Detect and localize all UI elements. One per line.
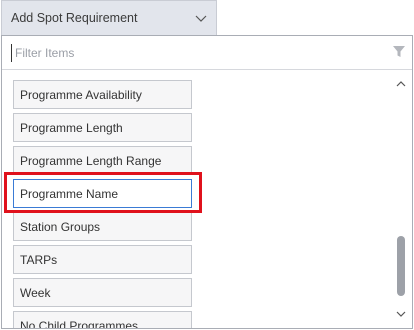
dropdown-panel: Programme Availability Programme Length … — [1, 35, 413, 329]
list-item-label: Station Groups — [20, 219, 101, 234]
items-list: Programme Availability Programme Length … — [2, 70, 390, 328]
filter-input[interactable] — [11, 44, 371, 62]
list-item[interactable]: Programme Length — [13, 113, 192, 142]
add-spot-requirement-dropdown[interactable]: Add Spot Requirement — [1, 0, 217, 35]
chevron-down-icon[interactable] — [395, 308, 407, 320]
list-item[interactable]: Station Groups — [13, 212, 192, 241]
list-item-label: TARPs — [20, 252, 58, 267]
list-item[interactable]: TARPs — [13, 245, 192, 274]
list-item-label: Programme Length — [20, 120, 123, 135]
chevron-up-icon[interactable] — [395, 78, 407, 90]
list-item-label: Programme Availability — [20, 87, 142, 102]
list-item[interactable]: Week — [13, 278, 192, 307]
dropdown-label: Add Spot Requirement — [11, 11, 138, 25]
chevron-down-icon — [195, 15, 207, 22]
vertical-scrollbar[interactable] — [392, 70, 410, 328]
list-item-selected[interactable]: Programme Name — [13, 179, 192, 208]
filter-row — [2, 36, 412, 70]
list-item-label: Week — [20, 285, 51, 300]
list-item[interactable]: Programme Availability — [13, 80, 192, 109]
list-item[interactable]: No Child Programmes — [13, 311, 192, 328]
scrollbar-thumb[interactable] — [397, 236, 405, 296]
list-item[interactable]: Programme Length Range — [13, 146, 192, 175]
list-item-label: Programme Length Range — [20, 153, 162, 168]
list-item-label: Programme Name — [20, 186, 119, 201]
list-item-label: No Child Programmes — [20, 318, 139, 329]
funnel-icon[interactable] — [392, 45, 406, 59]
